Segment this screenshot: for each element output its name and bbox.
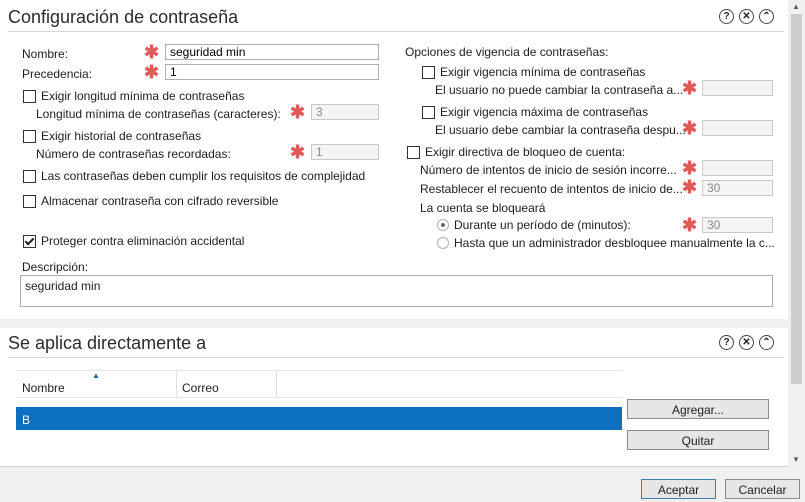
remove-button[interactable]: Quitar [627,430,769,450]
complexity-check-label: Las contraseñas deben cumplir los requis… [41,169,366,183]
add-button[interactable]: Agregar... [627,399,769,419]
required-icon: ✱ [682,215,698,235]
lock-reset-input[interactable] [702,180,773,196]
lock-attempts-input[interactable] [702,160,773,176]
section-gap [0,319,788,328]
collapse-icon[interactable]: ⌃ [759,9,774,24]
nombre-label: Nombre: [22,47,69,61]
cancel-button[interactable]: Cancelar [725,479,800,499]
grid-header: Nombre ▲ Correo [16,371,622,398]
protect-checkbox[interactable] [23,235,36,248]
min-length-input[interactable] [311,104,379,120]
history-checkbox[interactable] [23,130,36,143]
required-icon: ✱ [290,102,306,122]
scroll-up-icon[interactable]: ▲ [792,2,800,11]
help-icon[interactable]: ? [719,9,734,24]
lock-period-input[interactable] [702,217,773,233]
section-title-applies-to: Se aplica directamente a [8,333,207,353]
history-label: Número de contraseñas recordadas: [36,147,231,161]
required-icon: ✱ [682,78,698,98]
min-length-label: Longitud mínima de contraseñas (caracter… [36,107,281,121]
row-nombre: B [22,413,31,427]
col-nombre-label: Nombre [22,381,65,395]
lockout-checkbox[interactable] [407,146,420,159]
collapse-icon[interactable]: ⌃ [759,335,774,350]
protect-check-label: Proteger contra eliminación accidental [41,234,245,248]
complexity-checkbox[interactable] [23,170,36,183]
help-icon[interactable]: ? [719,335,734,350]
table-row[interactable]: B [16,407,622,430]
scrollbar-thumb[interactable] [791,14,802,384]
col-correo-header[interactable]: Correo [176,371,277,397]
required-icon: ✱ [290,142,306,162]
descripcion-value: seguridad min [25,279,101,293]
required-icon: ✱ [144,62,160,82]
lock-admin-radio[interactable] [437,237,449,249]
col-nombre-header[interactable]: Nombre ▲ [16,371,177,397]
descripcion-label: Descripción: [22,260,89,274]
lock-account-label: La cuenta se bloqueará [420,201,546,215]
vig-max-checkbox[interactable] [422,106,435,119]
min-length-checkbox[interactable] [23,90,36,103]
vig-max-label: El usuario debe cambiar la contraseña de… [435,123,686,137]
lock-reset-label: Restablecer el recuento de intentos de i… [420,182,683,196]
vig-min-input[interactable] [702,80,773,96]
nombre-input[interactable] [165,44,379,60]
ok-button[interactable]: Aceptar [641,479,716,499]
history-check-label: Exigir historial de contraseñas [41,129,202,143]
descripcion-textarea[interactable]: seguridad min [20,275,773,307]
applies-to-grid: Nombre ▲ Correo B [16,370,622,467]
lock-admin-label: Hasta que un administrador desbloquee ma… [454,236,775,250]
vertical-scrollbar[interactable]: ▲ ▼ [788,0,805,468]
vig-max-input[interactable] [702,120,773,136]
reversible-check-label: Almacenar contraseña con cifrado reversi… [41,194,279,208]
lockout-check-label: Exigir directiva de bloqueo de cuenta: [425,145,626,159]
min-length-check-label: Exigir longitud mínima de contraseñas [41,89,245,103]
vigencia-title: Opciones de vigencia de contraseñas: [405,45,609,59]
vig-min-label: El usuario no puede cambiar la contraseñ… [435,83,684,97]
history-input[interactable] [311,144,379,160]
precedencia-label: Precedencia: [22,67,93,81]
section-separator [8,31,784,32]
vig-min-checkbox[interactable] [422,66,435,79]
section-separator [8,357,784,358]
required-icon: ✱ [682,118,698,138]
precedencia-input[interactable] [165,64,379,80]
reversible-checkbox[interactable] [23,195,36,208]
sort-ascending-icon: ▲ [92,371,100,380]
section-title-password-settings: Configuración de contraseña [8,7,239,27]
lock-attempts-label: Número de intentos de inicio de sesión i… [420,163,677,177]
vig-max-check-label: Exigir vigencia máxima de contraseñas [440,105,649,119]
required-icon: ✱ [144,42,160,62]
lock-period-radio[interactable] [437,219,449,231]
col-correo-label: Correo [182,381,219,395]
lock-period-label: Durante un período de (minutos): [454,218,631,232]
required-icon: ✱ [682,158,698,178]
vig-min-check-label: Exigir vigencia mínima de contraseñas [440,65,646,79]
close-icon[interactable]: ✕ [739,335,754,350]
scroll-down-icon[interactable]: ▼ [792,455,800,464]
close-icon[interactable]: ✕ [739,9,754,24]
required-icon: ✱ [682,177,698,197]
